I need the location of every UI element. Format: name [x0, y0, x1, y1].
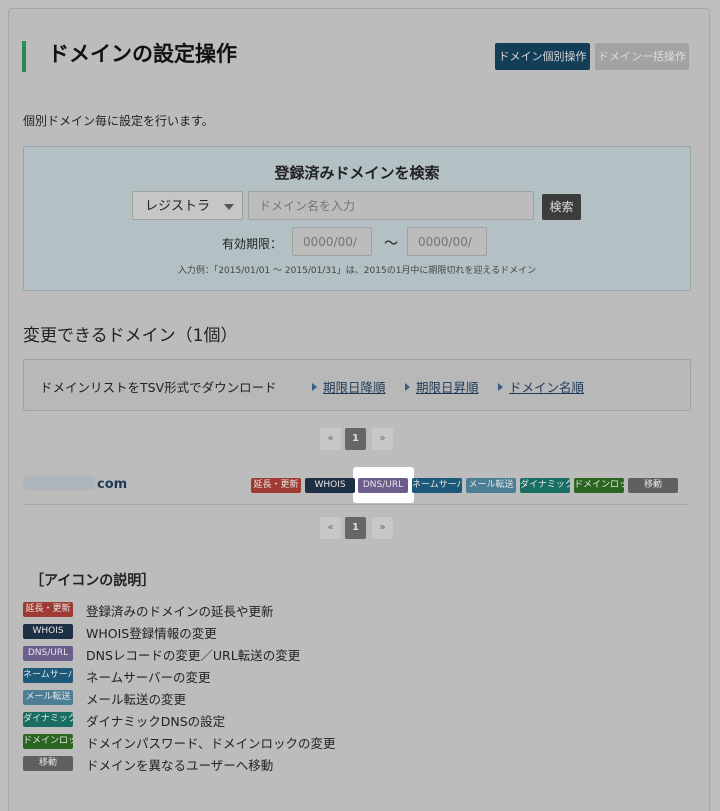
- domain-search-input[interactable]: [248, 191, 534, 220]
- legend-description: メール転送の変更: [86, 692, 187, 707]
- registrar-select-value: レジストラ: [145, 199, 211, 214]
- intro-text: 個別ドメイン毎に設定を行います。: [23, 114, 214, 128]
- dns-url-action-badge[interactable]: DNS/URL: [358, 478, 408, 493]
- arrow-right-icon: [312, 383, 317, 391]
- search-title: 登録済みドメインを検索: [274, 164, 440, 182]
- domain-lock-legend-badge: ドメインロック: [23, 734, 73, 749]
- arrow-right-icon: [498, 383, 503, 391]
- search-button[interactable]: 検索: [542, 194, 581, 220]
- arrow-right-icon: [405, 383, 410, 391]
- search-example-text: 入力例：「2015/01/01 〜 2015/01/31」は、2015の1月中に…: [177, 266, 537, 276]
- pagination-page-1[interactable]: 1: [345, 428, 366, 450]
- sort-expiry-asc-link[interactable]: 期限日昇順: [405, 377, 479, 396]
- legend-description: 登録済みのドメインの延長や更新: [86, 604, 274, 619]
- dns-url-legend-badge: DNS/URL: [23, 646, 73, 661]
- sort-domain-name-link[interactable]: ドメイン名順: [498, 377, 584, 396]
- mail-forward-legend-badge: メール転送: [23, 690, 73, 705]
- date-range-separator: 〜: [384, 236, 398, 252]
- renew-legend-badge: 延長・更新: [23, 602, 73, 617]
- whois-action-badge[interactable]: WHOIS: [305, 478, 355, 493]
- dynamic-dns-legend-badge: ダイナミック: [23, 712, 73, 727]
- row-divider: [23, 504, 689, 505]
- transfer-action-badge[interactable]: 移動: [628, 478, 678, 493]
- pagination-prev-button[interactable]: «: [320, 517, 341, 539]
- domain-lock-action-badge[interactable]: ドメインロック: [574, 478, 624, 493]
- renew-action-badge[interactable]: 延長・更新: [251, 478, 301, 493]
- expiry-to-input[interactable]: [407, 227, 487, 256]
- single-operation-button[interactable]: ドメイン個別操作: [495, 43, 590, 70]
- nameserver-legend-badge: ネームサーバー: [23, 668, 73, 683]
- pagination-page-1[interactable]: 1: [345, 517, 366, 539]
- domain-count-heading: 変更できるドメイン（1個）: [23, 326, 238, 346]
- mail-forward-action-badge[interactable]: メール転送: [466, 478, 516, 493]
- legend-description: ネームサーバーの変更: [86, 670, 211, 685]
- icon-legend-title: ［アイコンの説明］: [30, 573, 156, 589]
- transfer-legend-badge: 移動: [23, 756, 73, 771]
- tsv-download-panel: ドメインリストをTSV形式でダウンロード 期限日降順 期限日昇順 ドメイン名順: [23, 359, 691, 411]
- expiry-label: 有効期限：: [222, 237, 283, 251]
- page-title: ドメインの設定操作: [48, 42, 237, 66]
- legend-description: ドメインパスワード、ドメインロックの変更: [86, 736, 336, 751]
- title-accent-bar: [22, 41, 26, 72]
- dynamic-dns-action-badge[interactable]: ダイナミック: [520, 478, 570, 493]
- nameserver-action-badge[interactable]: ネームサーバー: [412, 478, 462, 493]
- registrar-select[interactable]: レジストラ: [132, 191, 243, 220]
- expiry-from-input[interactable]: [292, 227, 372, 256]
- bulk-operation-button[interactable]: ドメイン一括操作: [595, 43, 689, 70]
- tsv-download-label: ドメインリストをTSV形式でダウンロード: [40, 380, 277, 395]
- pagination-next-button[interactable]: »: [372, 428, 393, 450]
- legend-description: DNSレコードの変更／URL転送の変更: [86, 648, 301, 663]
- pagination-prev-button[interactable]: «: [320, 428, 341, 450]
- sort-expiry-desc-link[interactable]: 期限日降順: [312, 377, 386, 396]
- legend-description: ダイナミックDNSの設定: [86, 714, 226, 729]
- pagination-next-button[interactable]: »: [372, 517, 393, 539]
- chevron-down-icon: [224, 204, 234, 210]
- legend-description: ドメインを異なるユーザーへ移動: [86, 758, 274, 773]
- redacted-domain: [23, 476, 95, 490]
- legend-description: WHOIS登録情報の変更: [86, 626, 217, 641]
- whois-legend-badge: WHOIS: [23, 624, 73, 639]
- search-panel: 登録済みドメインを検索 レジストラ 検索 有効期限： 〜 入力例：「2015/0…: [23, 146, 691, 291]
- domain-name-link[interactable]: com: [23, 476, 127, 492]
